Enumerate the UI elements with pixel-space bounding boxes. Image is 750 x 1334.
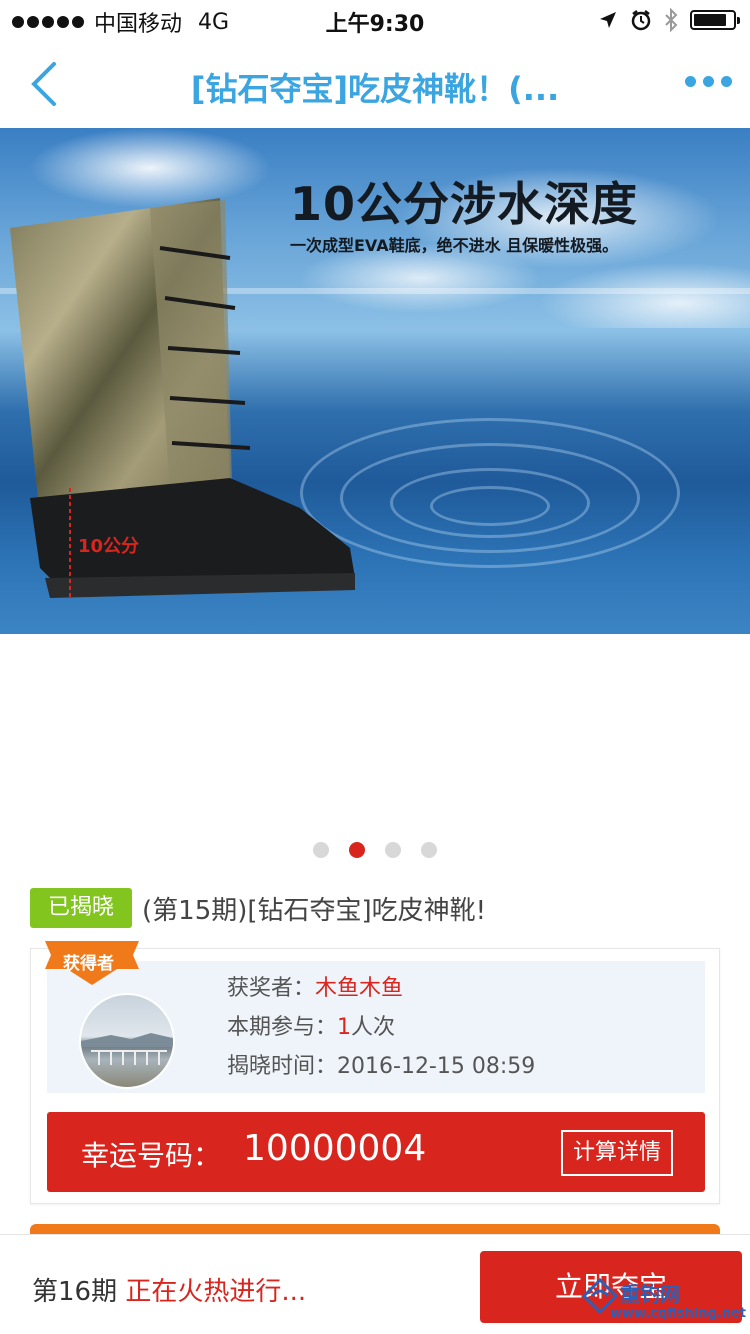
watermark: 重钓网 www.cqfishing.net xyxy=(580,1276,746,1328)
chevron-left-icon xyxy=(31,62,56,106)
winner-label: 获奖者： xyxy=(227,976,316,1001)
reveal-time-row: 揭晓时间：2016-12-15 08:59 xyxy=(227,1047,535,1086)
status-right xyxy=(598,8,740,32)
participation-row: 本期参与：1人次 xyxy=(227,1008,535,1047)
avatar-photo xyxy=(81,1033,173,1065)
more-dot-icon xyxy=(703,76,714,87)
carousel-dot[interactable] xyxy=(349,842,365,858)
winner-row: 获奖者：木鱼木鱼 xyxy=(227,969,535,1008)
bluetooth-icon xyxy=(665,8,678,32)
carousel-dot[interactable] xyxy=(313,842,329,858)
period-number: 第16期 xyxy=(32,1277,118,1307)
winner-details: 获奖者：木鱼木鱼 本期参与：1人次 揭晓时间：2016-12-15 08:59 xyxy=(227,969,535,1086)
reveal-time-label: 揭晓时间： xyxy=(227,1054,338,1079)
water-ripple xyxy=(430,486,550,526)
participation-count: 1 xyxy=(337,1015,352,1040)
current-period: 第16期 正在火热进行... xyxy=(32,1271,306,1308)
more-button[interactable] xyxy=(685,76,732,87)
watermark-url: www.cqfishing.net xyxy=(610,1306,747,1321)
battery-fill xyxy=(694,14,726,26)
participation-label: 本期参与： xyxy=(227,1015,338,1040)
reveal-time-value: 2016-12-15 08:59 xyxy=(337,1054,536,1079)
status-bar: 中国移动 4G 上午9:30 xyxy=(0,0,750,40)
winner-ribbon-label: 获得者 xyxy=(63,954,114,974)
product-title: (第15期)[钻石夺宝]吃皮神靴! xyxy=(142,895,487,926)
product-title-row: 已揭晓 (第15期)[钻石夺宝]吃皮神靴! xyxy=(30,888,486,928)
boot-height-label: 10公分 xyxy=(78,536,140,557)
winner-card: 获奖者：木鱼木鱼 本期参与：1人次 揭晓时间：2016-12-15 08:59 … xyxy=(30,941,720,1204)
participation-unit: 人次 xyxy=(351,1015,396,1040)
lucky-number-label: 幸运号码： xyxy=(81,1139,222,1172)
back-button[interactable] xyxy=(22,58,72,110)
page-title: [钻石夺宝]吃皮神靴！(... xyxy=(190,70,560,108)
calculation-details-button[interactable]: 计算详情 xyxy=(560,1130,673,1176)
battery-icon xyxy=(690,10,740,30)
nav-bar: [钻石夺宝]吃皮神靴！(... xyxy=(0,40,750,128)
status-badge: 已揭晓 xyxy=(30,888,133,928)
winner-name[interactable]: 木鱼木鱼 xyxy=(315,976,403,1001)
boot-image xyxy=(10,198,355,598)
period-status: 正在火热进行... xyxy=(125,1277,307,1307)
product-banner[interactable]: 10公分涉水深度 一次成型EVA鞋底，绝不进水 且保暖性极强。 10公分 xyxy=(0,128,750,634)
carousel-dot[interactable] xyxy=(385,842,401,858)
avatar[interactable] xyxy=(79,993,175,1089)
more-dot-icon xyxy=(721,76,732,87)
carousel-pager xyxy=(0,842,750,858)
lucky-number-value: 10000004 xyxy=(243,1128,427,1169)
alarm-clock-icon xyxy=(631,10,651,31)
more-dot-icon xyxy=(685,76,696,87)
lucky-number-bar: 幸运号码： 10000004 计算详情 xyxy=(47,1112,705,1192)
carousel-dot[interactable] xyxy=(421,842,437,858)
watermark-name: 重钓网 xyxy=(620,1282,680,1306)
location-arrow-icon xyxy=(600,12,616,28)
